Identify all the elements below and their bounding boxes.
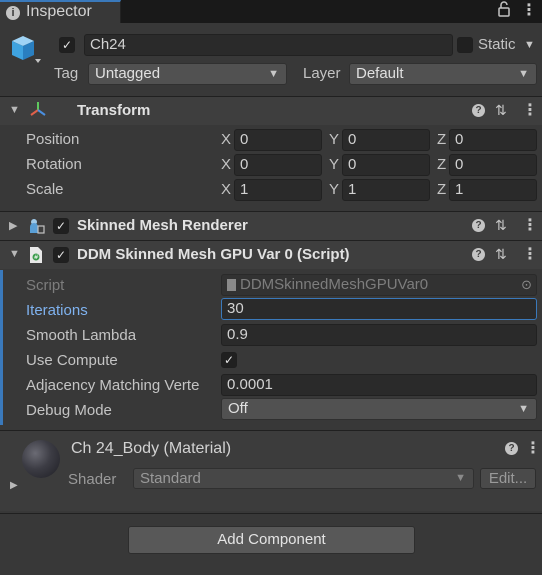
position-label: Position (26, 131, 80, 148)
tab-menu-kebab-icon[interactable]: ⋮ (521, 0, 537, 20)
axis-z-label[interactable]: Z (437, 181, 446, 198)
skinned-mesh-renderer-title: Skinned Mesh Renderer (77, 217, 248, 234)
gameobject-active-checkbox[interactable]: ✓ (59, 37, 75, 53)
smooth-lambda-input[interactable]: 0.9 (221, 324, 537, 346)
transform-icon (29, 101, 47, 123)
help-icon[interactable]: ? (472, 248, 485, 261)
rotation-x-field[interactable]: 0 (234, 154, 322, 176)
tab-inspector[interactable]: i Inspector (0, 0, 121, 23)
script-value: DDMSkinnedMeshGPUVar0 (240, 276, 429, 293)
static-dropdown-icon[interactable]: ▼ (524, 39, 535, 51)
shader-dropdown[interactable]: Standard ▼ (133, 468, 474, 489)
object-picker-icon[interactable]: ⊙ (521, 275, 532, 295)
csharp-script-icon: # (27, 246, 45, 268)
help-icon[interactable]: ? (505, 442, 518, 455)
skinned-mesh-icon (27, 217, 45, 239)
chevron-down-icon: ▼ (518, 68, 529, 80)
chevron-down-icon: ▼ (268, 68, 279, 80)
scale-y-field[interactable]: 1 (342, 179, 430, 201)
chevron-down-icon: ▼ (455, 472, 466, 484)
transform-header[interactable]: ▼ Transform ? ⇅ ⋮ (0, 97, 542, 125)
axis-y-label[interactable]: Y (329, 181, 339, 198)
help-icon[interactable]: ? (472, 219, 485, 232)
foldout-collapsed-icon[interactable]: ▶ (10, 480, 18, 491)
skinned-mesh-renderer-enabled-checkbox[interactable]: ✓ (53, 218, 69, 234)
material-title: Ch 24_Body (Material) (71, 440, 232, 457)
tag-label: Tag (54, 65, 79, 82)
scale-z-field[interactable]: 1 (449, 179, 537, 201)
info-icon: i (6, 6, 20, 20)
add-component-button[interactable]: Add Component (128, 526, 415, 554)
scale-label: Scale (26, 181, 64, 198)
position-y-field[interactable]: 0 (342, 129, 430, 151)
rotation-label: Rotation (26, 156, 82, 173)
tab-inspector-label: Inspector (26, 3, 92, 20)
ddm-script-enabled-checkbox[interactable]: ✓ (53, 247, 69, 263)
axis-x-label[interactable]: X (221, 181, 231, 198)
layer-label: Layer (303, 65, 341, 82)
static-label: Static (478, 36, 516, 53)
ddm-script-title: DDM Skinned Mesh GPU Var 0 (Script) (77, 246, 350, 263)
debug-mode-dropdown[interactable]: Off ▼ (221, 398, 537, 420)
skinned-mesh-renderer-header[interactable]: ▶ ✓ Skinned Mesh Renderer ? ⇅ ⋮ (0, 212, 542, 240)
axis-y-label[interactable]: Y (329, 131, 339, 148)
presets-icon[interactable]: ⇅ (495, 246, 507, 263)
adjacency-matching-label: Adjacency Matching Verte (26, 377, 200, 394)
debug-mode-value: Off (228, 400, 248, 417)
foldout-expanded-icon[interactable]: ▼ (9, 248, 20, 260)
rotation-y-field[interactable]: 0 (342, 154, 430, 176)
svg-text:#: # (34, 254, 39, 261)
layer-dropdown[interactable]: Default ▼ (349, 63, 537, 85)
ddm-script-header[interactable]: ▼ # ✓ DDM Skinned Mesh GPU Var 0 (Script… (0, 241, 542, 269)
adjacency-matching-input[interactable]: 0.0001 (221, 374, 537, 396)
help-icon[interactable]: ? (472, 104, 485, 117)
iterations-input[interactable]: 30 (221, 298, 537, 320)
use-compute-label: Use Compute (26, 352, 118, 369)
rotation-z-field[interactable]: 0 (449, 154, 537, 176)
foldout-collapsed-icon[interactable]: ▶ (9, 219, 17, 232)
foldout-expanded-icon[interactable]: ▼ (9, 104, 20, 116)
shader-label: Shader (68, 471, 117, 488)
edit-shader-button[interactable]: Edit... (480, 468, 536, 489)
component-menu-kebab-icon[interactable]: ⋮ (522, 215, 538, 235)
axis-y-label[interactable]: Y (329, 156, 339, 173)
script-file-icon (227, 279, 236, 291)
component-menu-kebab-icon[interactable]: ⋮ (522, 244, 538, 264)
chevron-down-icon: ▼ (518, 403, 529, 415)
script-label: Script (26, 277, 65, 294)
lock-icon[interactable] (497, 1, 511, 21)
debug-mode-label: Debug Mode (26, 402, 112, 419)
position-x-field[interactable]: 0 (234, 129, 322, 151)
inspector-tab-bar: i Inspector ⋮ (0, 0, 542, 23)
material-menu-kebab-icon[interactable]: ⋮ (525, 438, 541, 458)
divider (0, 513, 542, 514)
scale-x-field[interactable]: 1 (234, 179, 322, 201)
presets-icon[interactable]: ⇅ (495, 217, 507, 234)
axis-x-label[interactable]: X (221, 156, 231, 173)
tag-value: Untagged (95, 65, 161, 82)
layer-value: Default (356, 65, 404, 82)
static-checkbox[interactable] (457, 37, 473, 53)
component-menu-kebab-icon[interactable]: ⋮ (522, 100, 538, 120)
script-reference-field: DDMSkinnedMeshGPUVar0 ⊙ (221, 274, 537, 296)
presets-icon[interactable]: ⇅ (495, 102, 507, 119)
position-z-field[interactable]: 0 (449, 129, 537, 151)
tag-dropdown[interactable]: Untagged ▼ (88, 63, 287, 85)
smooth-lambda-label: Smooth Lambda (26, 327, 137, 344)
transform-title: Transform (77, 102, 151, 119)
iterations-label: Iterations (26, 302, 88, 319)
material-preview-icon (22, 440, 60, 478)
modified-indicator-bar (0, 270, 3, 425)
gameobject-name-input[interactable]: Ch24 (84, 34, 453, 56)
axis-x-label[interactable]: X (221, 131, 231, 148)
axis-z-label[interactable]: Z (437, 131, 446, 148)
use-compute-checkbox[interactable]: ✓ (221, 352, 237, 368)
shader-value: Standard (140, 470, 201, 487)
axis-z-label[interactable]: Z (437, 156, 446, 173)
gameobject-cube-icon[interactable] (8, 32, 42, 66)
